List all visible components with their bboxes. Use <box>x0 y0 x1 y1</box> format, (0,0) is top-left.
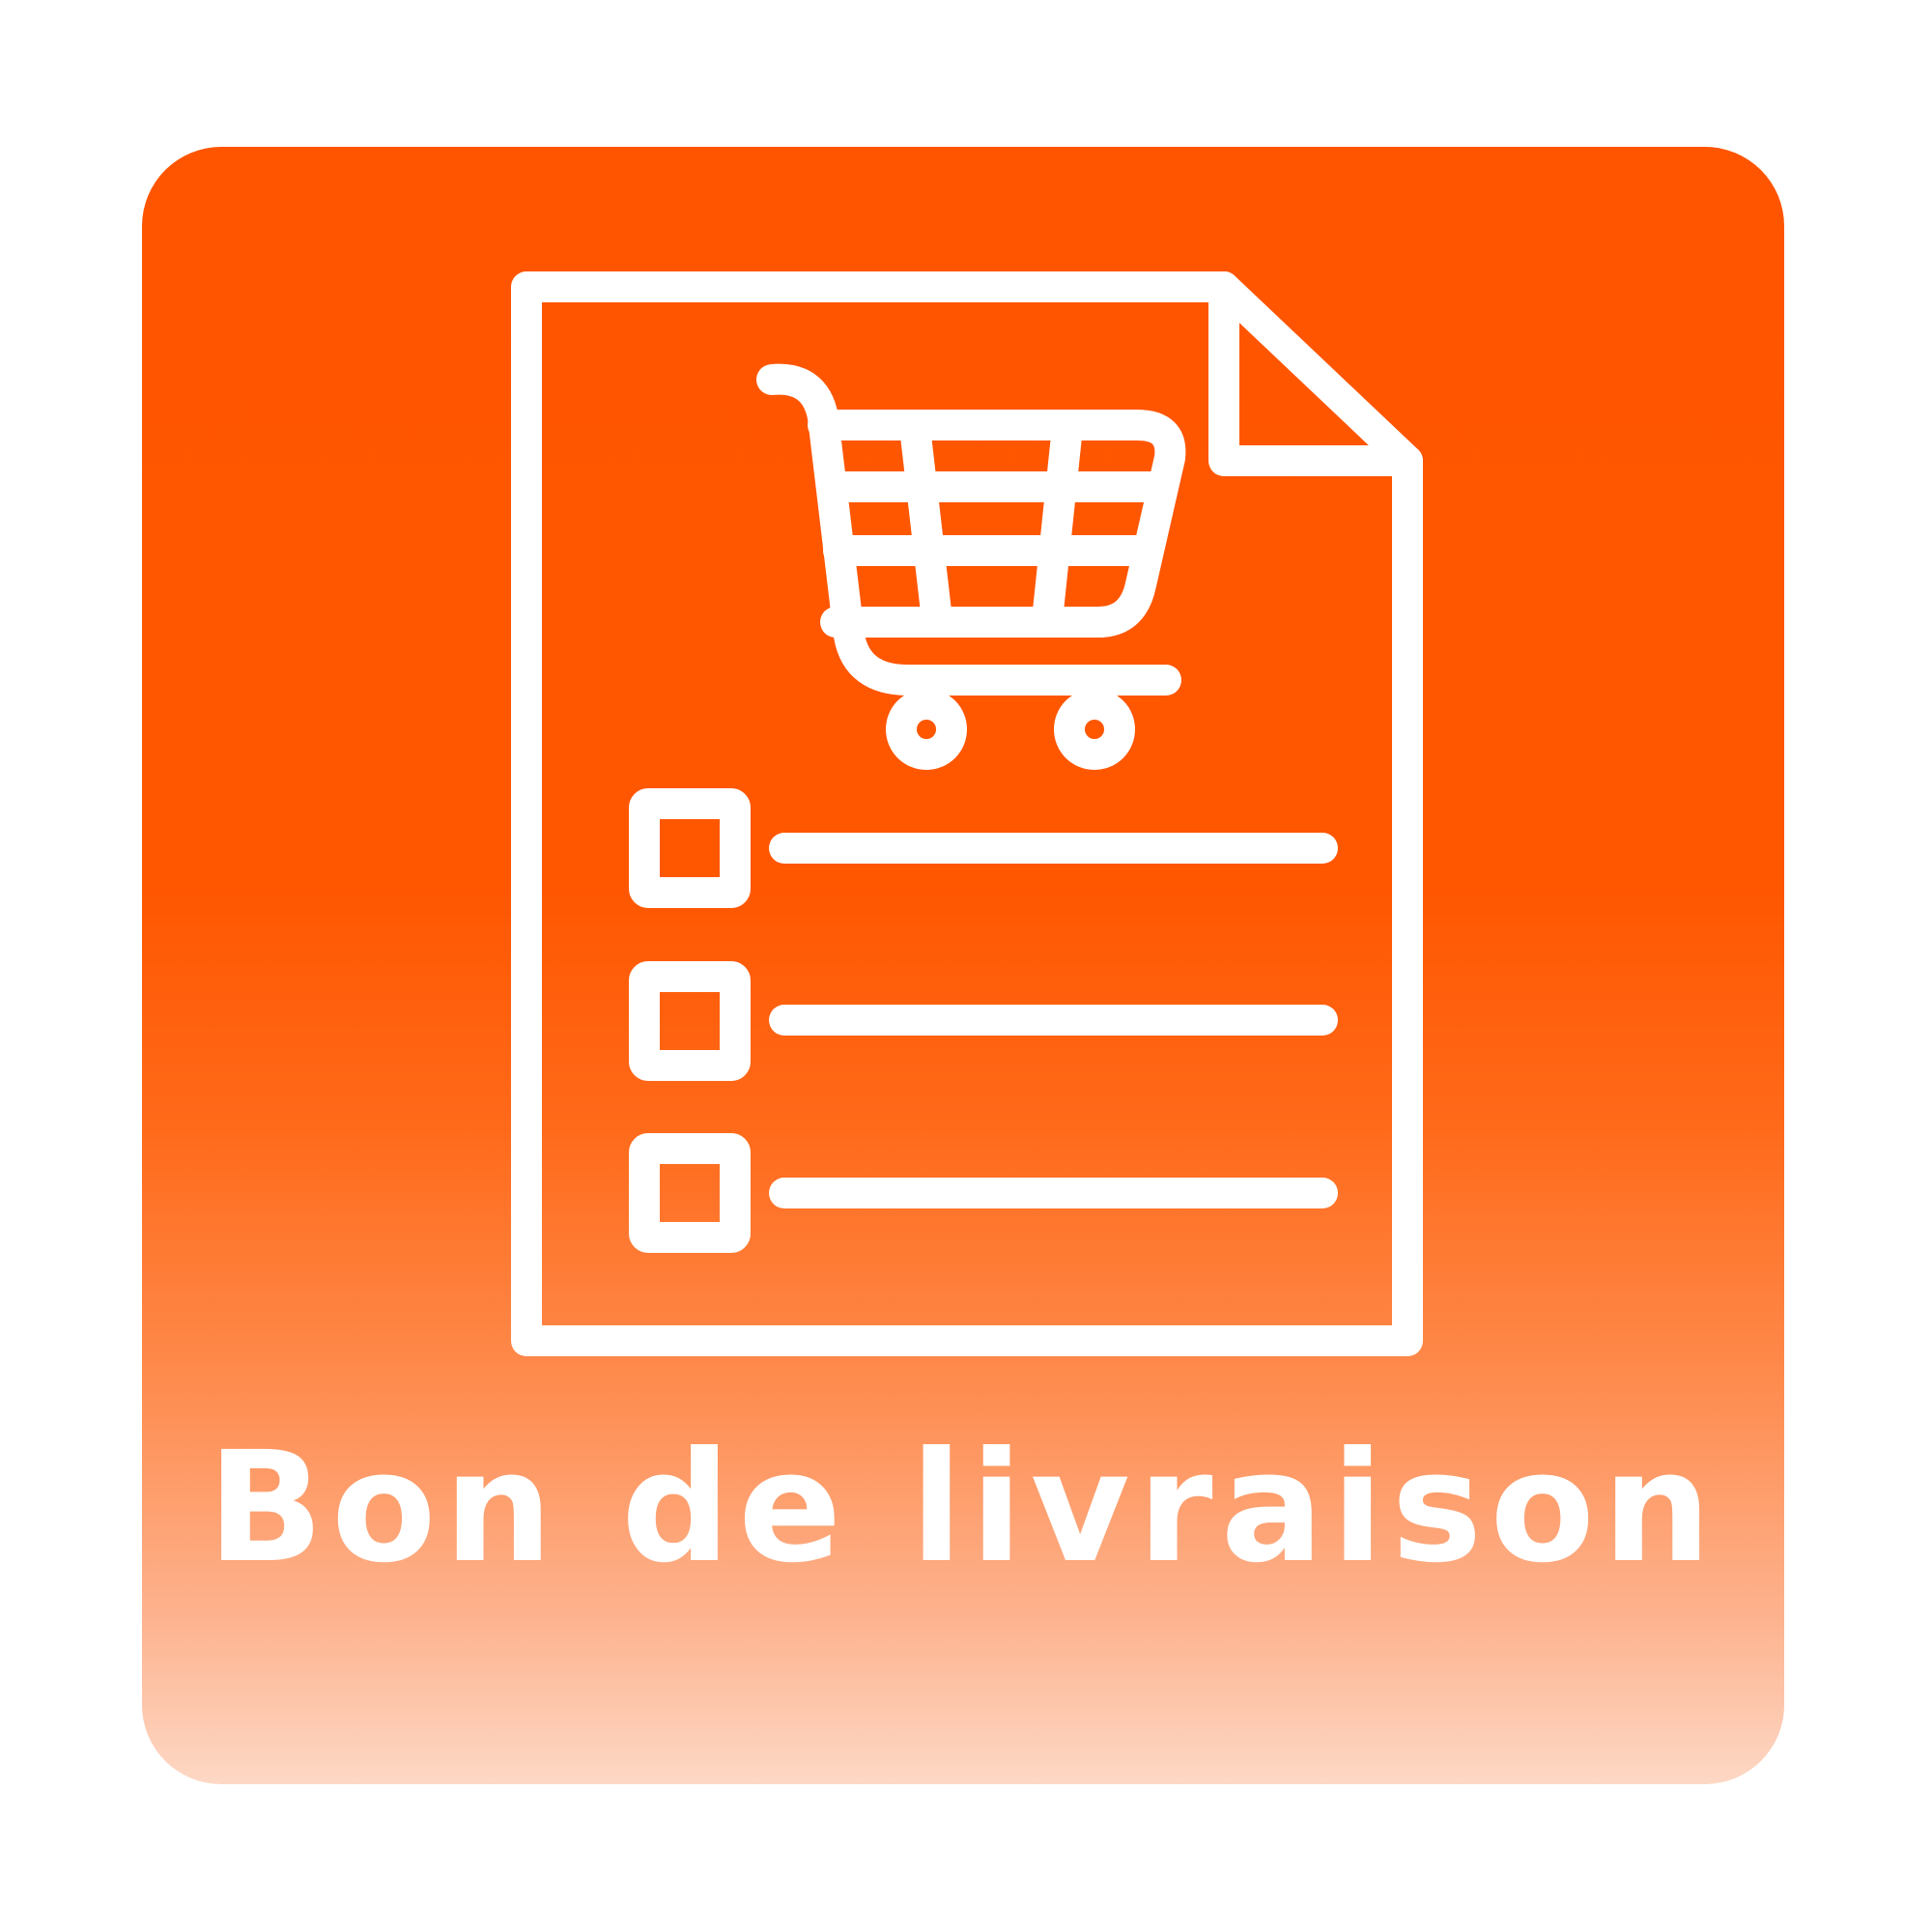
checkbox-icon <box>629 961 751 1081</box>
delivery-note-tile[interactable]: Bon de livraison <box>142 147 1784 1784</box>
checklist-icon <box>629 788 1338 1253</box>
checkbox-icon <box>629 1133 751 1253</box>
tile-label: Bon de livraison <box>207 1419 1719 1597</box>
checkbox-icon <box>629 788 751 908</box>
shopping-cart-icon <box>756 363 1186 770</box>
